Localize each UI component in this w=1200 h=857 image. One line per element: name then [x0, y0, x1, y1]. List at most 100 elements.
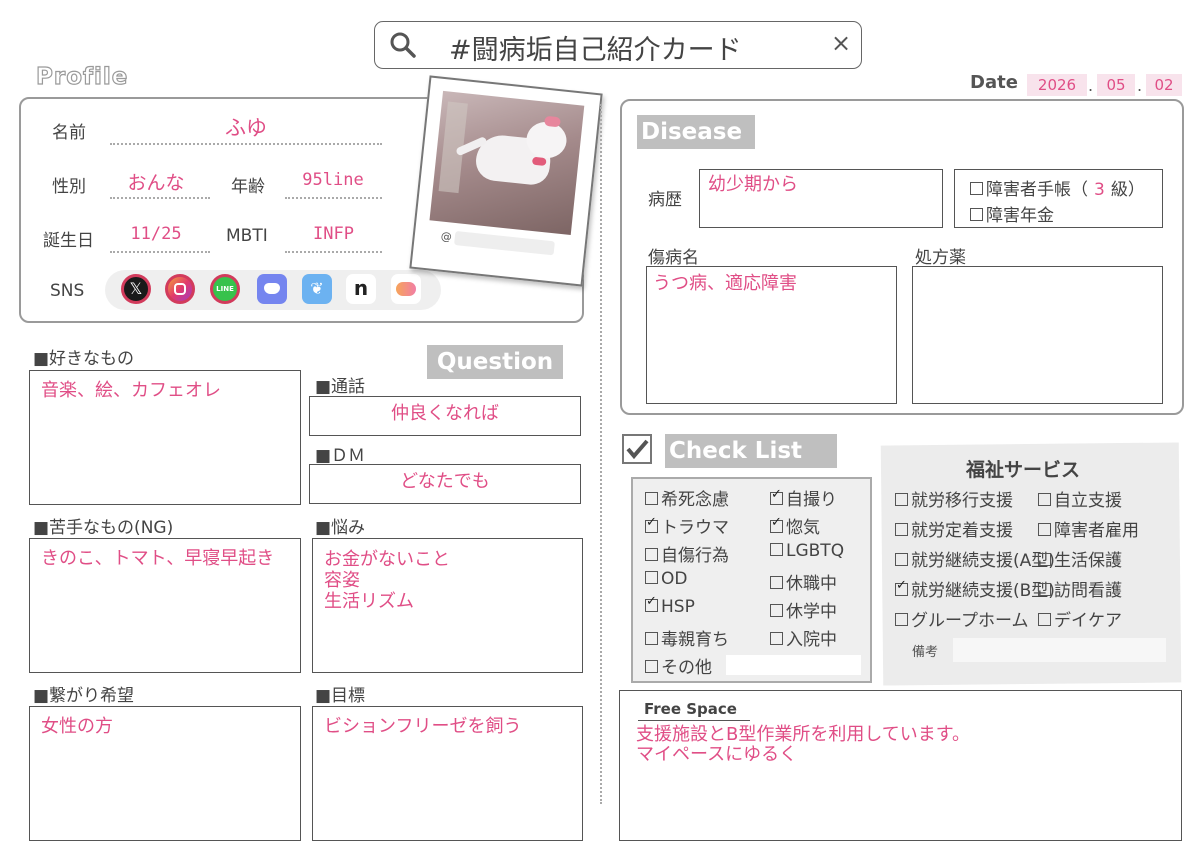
- checkbox-item[interactable]: 生活保護: [1038, 546, 1122, 571]
- checkbox-unchecked: [1038, 583, 1051, 596]
- question-banner: Question: [427, 345, 563, 379]
- name-value[interactable]: ふゆ: [110, 112, 382, 142]
- likes-box[interactable]: 音楽、絵、カフェオレ: [29, 370, 301, 505]
- birthday-label: 誕生日: [43, 231, 94, 251]
- checkbox-label: 就労継続支援(B型): [911, 581, 1055, 601]
- dislikes-box[interactable]: きのこ、トマト、早寝早起き: [29, 538, 301, 673]
- x-icon[interactable]: 𝕏: [121, 274, 151, 304]
- medication-box[interactable]: [912, 266, 1163, 404]
- medication-label: 処方薬: [915, 248, 966, 268]
- dm-text: どなたでも: [400, 471, 490, 492]
- notes-input[interactable]: [953, 638, 1166, 662]
- checkbox-item[interactable]: 訪問看護: [1038, 576, 1122, 601]
- dm-box[interactable]: どなたでも: [309, 464, 581, 504]
- goal-box[interactable]: ビションフリーゼを飼う: [312, 706, 583, 841]
- checkbox-label: 就労移行支援: [911, 491, 1013, 511]
- instagram-icon[interactable]: [165, 274, 195, 304]
- checkbox-label: 惚気: [786, 518, 820, 538]
- checkbox-item[interactable]: 入院中: [770, 625, 837, 650]
- age-value[interactable]: 95line: [285, 170, 381, 190]
- checkbox-label: 自撮り: [786, 490, 837, 510]
- checkbox-unchecked: [895, 493, 908, 506]
- worries-title: ■悩み: [315, 518, 366, 538]
- date-separator: .: [1137, 76, 1143, 95]
- diagnosis-box[interactable]: うつ病、適応障害: [646, 266, 897, 404]
- checkbox-item[interactable]: 惚気: [770, 513, 820, 538]
- checkbox-item[interactable]: その他: [645, 653, 712, 678]
- checkbox-item[interactable]: 自撮り: [770, 485, 837, 510]
- column-divider: [600, 104, 602, 804]
- checkbox-item[interactable]: 自傷行為: [645, 541, 729, 566]
- checkbox-label: グループホーム: [911, 611, 1029, 631]
- checkbox-label: 自傷行為: [661, 546, 729, 566]
- profile-photo-card: @: [409, 75, 603, 287]
- handbook-checkbox[interactable]: 障害者手帳（ 3 級）: [970, 175, 1145, 200]
- bluesky-icon[interactable]: ❦: [302, 274, 332, 304]
- checkbox-item[interactable]: 自立支援: [1038, 486, 1122, 511]
- handbook-box: 障害者手帳（ 3 級） 障害年金: [954, 169, 1163, 228]
- checkbox-item[interactable]: LGBTQ: [770, 541, 844, 561]
- date-day[interactable]: 02: [1146, 74, 1182, 96]
- gender-underline: [110, 197, 210, 199]
- checkbox-item[interactable]: OD: [645, 569, 687, 589]
- checkbox-item[interactable]: 障害者雇用: [1038, 516, 1139, 541]
- checkbox-checked: [895, 578, 908, 596]
- goal-title: ■目標: [315, 686, 366, 706]
- connection-box[interactable]: 女性の方: [29, 706, 301, 841]
- title-search-bar[interactable]: #闘病垢自己紹介カード ×: [374, 21, 862, 69]
- checkbox-item[interactable]: グループホーム: [895, 606, 1028, 631]
- checkbox-item[interactable]: トラウマ: [645, 513, 729, 538]
- photo-handle: @: [440, 229, 453, 244]
- welfare-title: 福祉サービス: [966, 459, 1081, 481]
- checkbox-item[interactable]: デイケア: [1038, 606, 1122, 631]
- checkbox-item[interactable]: 休職中: [770, 569, 837, 594]
- checkbox-label: 入院中: [786, 630, 837, 650]
- free-space-box[interactable]: Free Space 支援施設とB型作業所を利用しています。 マイペースにゆるく: [619, 690, 1182, 841]
- call-box[interactable]: 仲良くなれば: [309, 396, 581, 436]
- checkbox-item[interactable]: 希死念慮: [645, 485, 729, 510]
- mbti-value[interactable]: INFP: [285, 224, 382, 244]
- date-year[interactable]: 2026: [1027, 74, 1087, 96]
- checkbox-item[interactable]: 就労継続支援(B型): [895, 576, 1055, 601]
- checkbox-label: 毒親育ち: [661, 630, 729, 650]
- other-input[interactable]: [726, 655, 861, 675]
- checkbox-item[interactable]: 就労継続支援(A型): [895, 546, 1055, 571]
- discord-icon[interactable]: [257, 274, 287, 304]
- history-box[interactable]: 幼少期から: [699, 169, 943, 228]
- checkbox-item[interactable]: 毒親育ち: [645, 625, 729, 650]
- connection-title: ■繋がり希望: [33, 686, 135, 706]
- history-text: 幼少期から: [708, 174, 798, 195]
- close-icon[interactable]: ×: [831, 29, 851, 57]
- gender-value[interactable]: おんな: [110, 168, 202, 195]
- checkbox-item[interactable]: 就労定着支援: [895, 516, 1013, 541]
- pension-checkbox[interactable]: 障害年金: [970, 201, 1054, 226]
- note-icon[interactable]: n: [346, 274, 376, 304]
- worries-line: お金がないこと: [324, 549, 450, 570]
- checkbox-item[interactable]: 就労移行支援: [895, 486, 1013, 511]
- date-month[interactable]: 05: [1097, 74, 1135, 96]
- checkbox-label: トラウマ: [661, 518, 729, 538]
- checkbox-label: OD: [661, 569, 688, 589]
- pension-label: 障害年金: [986, 206, 1054, 226]
- mbti-label: MBTI: [226, 226, 268, 246]
- age-underline: [285, 197, 382, 199]
- birthday-value[interactable]: 11/25: [110, 224, 202, 244]
- search-icon: [390, 32, 416, 58]
- profile-photo: [429, 90, 585, 236]
- connection-text: 女性の方: [41, 716, 113, 737]
- worries-box[interactable]: お金がないこと 容姿 生活リズム: [312, 538, 583, 673]
- mbti-underline: [285, 251, 382, 253]
- photo-handle-field[interactable]: [454, 230, 555, 256]
- birthday-underline: [110, 251, 210, 253]
- misskey-icon[interactable]: [391, 274, 421, 304]
- worries-line: 生活リズム: [324, 591, 414, 612]
- checkbox-unchecked: [645, 660, 658, 673]
- line-icon[interactable]: LINE: [210, 274, 240, 304]
- checkbox-item[interactable]: 休学中: [770, 597, 837, 622]
- checkbox-unchecked: [645, 548, 658, 561]
- checkbox-unchecked: [895, 523, 908, 536]
- checkbox-item[interactable]: HSP: [645, 594, 695, 617]
- checkbox-checked: [645, 594, 658, 612]
- checkbox-unchecked: [895, 613, 908, 626]
- card-title: #闘病垢自己紹介カード: [449, 35, 742, 66]
